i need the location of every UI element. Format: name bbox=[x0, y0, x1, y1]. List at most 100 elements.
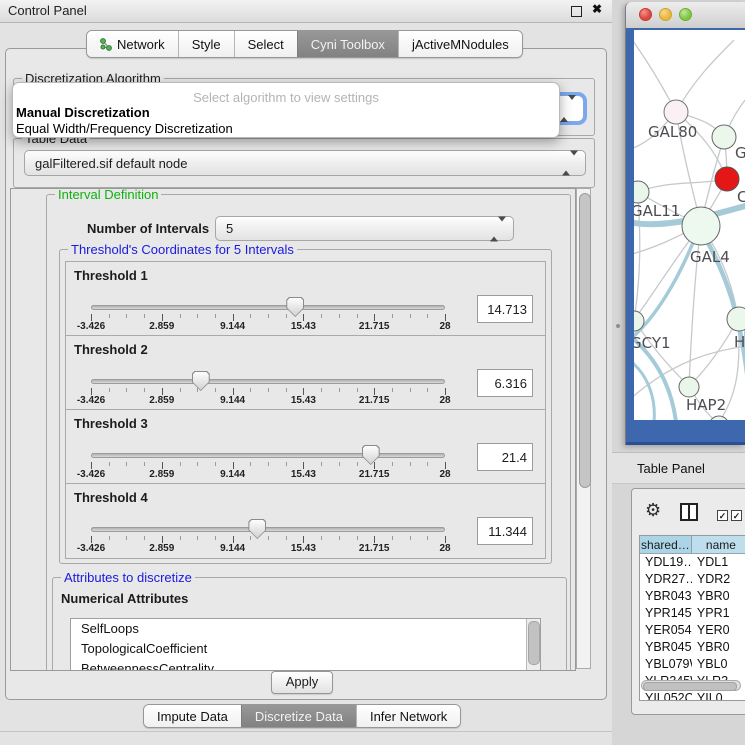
interval-definition-title: Interval Definition bbox=[55, 188, 161, 202]
table-cell: YER0 bbox=[692, 622, 745, 639]
table-cell: YDL1 bbox=[692, 554, 745, 571]
table-data-combo-value: galFiltered.sif default node bbox=[35, 156, 187, 171]
table-row[interactable]: YDR27…YDR2 bbox=[640, 571, 745, 588]
slider-track[interactable] bbox=[91, 305, 445, 310]
table-data-combo[interactable]: galFiltered.sif default node bbox=[24, 150, 586, 176]
table-panel-title: Table Panel bbox=[637, 461, 705, 476]
threshold-row-4: Threshold 4-3.4262.8599.14415.4321.71528… bbox=[66, 484, 545, 558]
tab-infer-network[interactable]: Infer Network bbox=[356, 705, 460, 727]
table-row[interactable]: YBR043CYBR0 bbox=[640, 588, 745, 605]
tab-cyni-toolbox[interactable]: Cyni Toolbox bbox=[297, 31, 398, 57]
threshold-value-field[interactable]: 14.713 bbox=[477, 295, 533, 323]
slider-track[interactable] bbox=[91, 527, 445, 532]
threshold-row-1: Threshold 1 -3.4262.8599.14415.4321.71528… bbox=[66, 262, 545, 336]
table-row[interactable]: YDL19…YDL1 bbox=[640, 554, 745, 571]
float-window-icon[interactable] bbox=[571, 6, 582, 17]
tab-label: Network bbox=[117, 37, 165, 52]
network-node-hap2[interactable] bbox=[679, 377, 699, 397]
tab-network[interactable]: Network bbox=[87, 31, 178, 57]
network-node-label: C bbox=[737, 188, 745, 206]
slider-tick-labels: -3.4262.8599.14415.4321.71528 bbox=[91, 395, 445, 407]
thresholds-group-title: Threshold's Coordinates for 5 Intervals bbox=[68, 242, 297, 257]
table-row[interactable]: YBR045CYBR0 bbox=[640, 639, 745, 656]
number-of-intervals-value: 5 bbox=[226, 221, 233, 236]
tab-select[interactable]: Select bbox=[234, 31, 297, 57]
threshold-value-field[interactable]: 21.4 bbox=[477, 443, 533, 471]
table-columns-icon[interactable] bbox=[680, 503, 698, 521]
network-icon bbox=[100, 37, 112, 51]
popup-item-0[interactable]: Manual Discretization bbox=[16, 105, 150, 120]
network-node-label: H bbox=[734, 333, 745, 351]
table-cell: YDR27… bbox=[640, 571, 692, 588]
tab-jactivemnodules[interactable]: jActiveMNodules bbox=[398, 31, 522, 57]
threshold-value-field[interactable]: 11.344 bbox=[477, 517, 533, 545]
tab-label: Impute Data bbox=[157, 709, 228, 724]
settings-scrollbar-thumb[interactable] bbox=[579, 193, 591, 488]
list-item[interactable]: BetweennessCentrality bbox=[71, 659, 540, 671]
slider-tick-labels: -3.4262.8599.14415.4321.71528 bbox=[91, 321, 445, 333]
network-edge[interactable] bbox=[638, 179, 727, 192]
popup-item-1[interactable]: Equal Width/Frequency Discretization bbox=[16, 121, 233, 136]
checkbox-icon-1[interactable]: ✓ bbox=[717, 510, 728, 521]
tab-impute-data[interactable]: Impute Data bbox=[144, 705, 241, 727]
splitpane-grip[interactable] bbox=[616, 324, 620, 328]
network-node-h[interactable] bbox=[727, 307, 745, 331]
network-node-gal11[interactable] bbox=[634, 181, 649, 203]
tab-style[interactable]: Style bbox=[178, 31, 234, 57]
minimize-traffic-light[interactable] bbox=[659, 8, 672, 21]
threshold-label: Threshold 1 bbox=[74, 268, 148, 283]
table-cell: YBL079W bbox=[640, 656, 692, 673]
node-table-header: shared… name bbox=[640, 536, 745, 554]
table-cell: YIL0 bbox=[692, 690, 745, 701]
column-header-shared-name[interactable]: shared… bbox=[640, 536, 692, 554]
attributes-group-title: Attributes to discretize bbox=[61, 570, 195, 585]
interval-definition-group: Interval Definition Number of Intervals … bbox=[46, 194, 571, 671]
table-row[interactable]: YER054CYER0 bbox=[640, 622, 745, 639]
tab-label: jActiveMNodules bbox=[412, 37, 509, 52]
number-of-intervals-combo[interactable]: 5 bbox=[215, 216, 514, 241]
network-edge[interactable] bbox=[676, 40, 734, 112]
network-edge-highlighted[interactable] bbox=[634, 360, 654, 420]
node-table[interactable]: shared… name YDL19…YDL1YDR27…YDR2YBR043C… bbox=[639, 535, 745, 701]
window-bottom-bevel bbox=[0, 731, 612, 732]
zoom-traffic-light[interactable] bbox=[679, 8, 692, 21]
table-cell: YBR045C bbox=[640, 639, 692, 656]
close-traffic-light[interactable] bbox=[639, 8, 652, 21]
numerical-attributes-list[interactable]: SelfLoopsTopologicalCoefficientBetweenne… bbox=[70, 618, 541, 671]
network-node-c[interactable] bbox=[715, 167, 739, 191]
table-hscrollbar[interactable] bbox=[641, 680, 741, 691]
list-scrollbar[interactable] bbox=[526, 619, 540, 671]
threshold-value-field[interactable]: 6.316 bbox=[477, 369, 533, 397]
slider-track[interactable] bbox=[91, 379, 445, 384]
table-row[interactable]: YIL052CYIL0 bbox=[640, 690, 745, 701]
table-cell: YIL052C bbox=[640, 690, 692, 701]
table-row[interactable]: YBL079WYBL0 bbox=[640, 656, 745, 673]
control-panel: Control Panel ✖ NetworkStyleSelectCyni T… bbox=[0, 0, 612, 745]
network-node-gal80[interactable] bbox=[664, 100, 688, 124]
threshold-row-2: Threshold 2-3.4262.8599.14415.4321.71528… bbox=[66, 336, 545, 410]
checkbox-icon-2[interactable]: ✓ bbox=[731, 510, 742, 521]
column-header-name[interactable]: name bbox=[692, 536, 745, 554]
list-item[interactable]: SelfLoops bbox=[71, 619, 540, 639]
network-node-gal4[interactable] bbox=[682, 207, 720, 245]
tab-label: Style bbox=[192, 37, 221, 52]
gear-icon[interactable]: ⚙ bbox=[645, 500, 661, 521]
table-cell: YDR2 bbox=[692, 571, 745, 588]
attribute-items: SelfLoopsTopologicalCoefficientBetweenne… bbox=[71, 619, 540, 671]
table-row[interactable]: YPR145WYPR1 bbox=[640, 605, 745, 622]
node-table-rows: YDL19…YDL1YDR27…YDR2YBR043CYBR0YPR145WYP… bbox=[640, 554, 745, 701]
slider-track[interactable] bbox=[91, 453, 445, 458]
bottom-tab-bar: Impute Data Discretize DataInfer Network bbox=[143, 704, 461, 728]
network-edge[interactable] bbox=[634, 35, 676, 112]
tab-discretize-data[interactable]: Discretize Data bbox=[241, 705, 356, 727]
network-node-ga[interactable] bbox=[712, 125, 736, 149]
table-cell: YBL0 bbox=[692, 656, 745, 673]
list-item[interactable]: TopologicalCoefficient bbox=[71, 639, 540, 659]
network-canvas[interactable]: GAL80GACGAL11GAL4GCY1HHAP2 bbox=[634, 30, 745, 420]
close-icon[interactable]: ✖ bbox=[592, 2, 602, 16]
network-node-label: GAL4 bbox=[690, 248, 730, 266]
list-scrollbar-thumb[interactable] bbox=[528, 621, 540, 665]
settings-scrollbar[interactable] bbox=[576, 188, 591, 669]
table-hscrollbar-thumb[interactable] bbox=[643, 682, 737, 691]
apply-button[interactable]: Apply bbox=[271, 671, 333, 694]
